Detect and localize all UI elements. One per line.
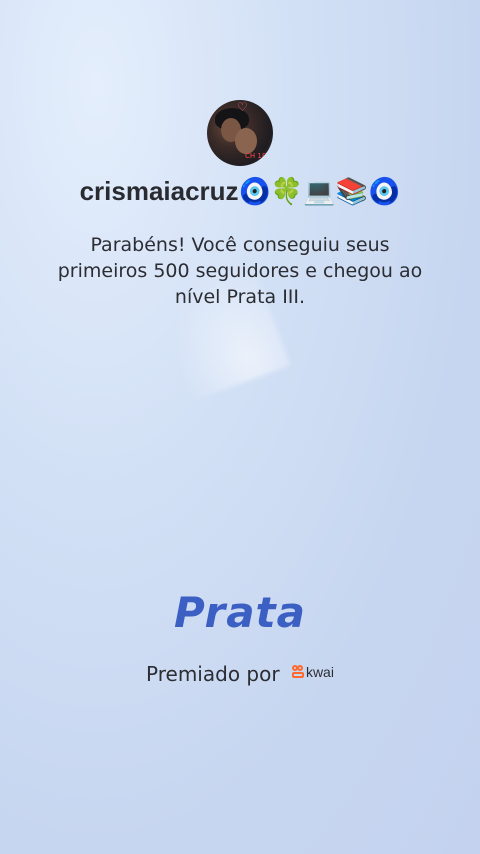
avatar-face-2 bbox=[235, 128, 257, 154]
kwai-logo-icon bbox=[291, 665, 304, 679]
level-title: Prata bbox=[174, 588, 306, 637]
awarded-by-label: Premiado por bbox=[146, 662, 280, 686]
username[interactable]: crismaiacruz🧿🍀💻📚🧿 bbox=[0, 176, 480, 207]
congrats-message: Parabéns! Você conseguiu seus primeiros … bbox=[57, 234, 423, 308]
avatar-container[interactable]: CH 18 ♡ bbox=[207, 100, 273, 166]
kwai-logo: kwai bbox=[291, 664, 334, 680]
avatar-stamp: CH 18 bbox=[245, 152, 267, 160]
kwai-logo-text: kwai bbox=[305, 664, 334, 680]
awarded-by-line: Premiado por kwai bbox=[0, 662, 480, 686]
heart-icon: ♡ bbox=[237, 100, 248, 114]
